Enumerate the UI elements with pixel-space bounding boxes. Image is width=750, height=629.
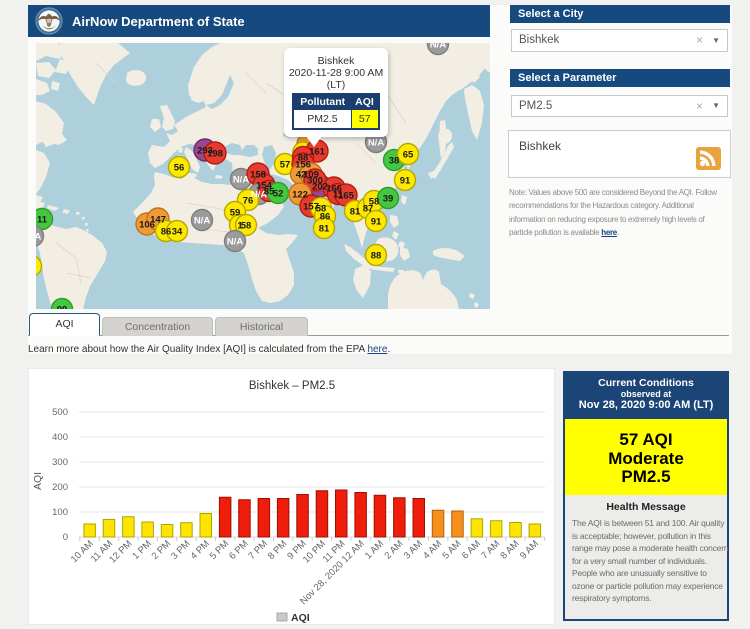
svg-text:N/A: N/A: [233, 175, 250, 186]
svg-text:5 PM: 5 PM: [208, 538, 232, 562]
svg-text:52: 52: [273, 189, 284, 200]
svg-text:11: 11: [37, 215, 48, 226]
svg-text:2 PM: 2 PM: [150, 538, 174, 562]
svg-text:100: 100: [52, 507, 68, 518]
svg-text:198: 198: [207, 149, 223, 160]
svg-text:39: 39: [383, 194, 394, 205]
svg-text:N/A: N/A: [227, 237, 244, 248]
svg-text:300: 300: [52, 457, 68, 468]
svg-text:AQI: AQI: [291, 612, 310, 624]
svg-text:7 AM: 7 AM: [479, 538, 502, 561]
svg-text:158: 158: [250, 170, 266, 181]
svg-text:81: 81: [350, 207, 361, 218]
svg-text:58: 58: [241, 221, 252, 232]
svg-text:165: 165: [338, 191, 355, 202]
svg-text:8 AM: 8 AM: [499, 538, 522, 561]
svg-text:4 AM: 4 AM: [421, 538, 444, 561]
svg-text:88: 88: [371, 251, 382, 262]
svg-text:2 AM: 2 AM: [382, 538, 405, 561]
svg-text:9 AM: 9 AM: [518, 538, 541, 561]
svg-text:0: 0: [63, 532, 68, 543]
svg-text:91: 91: [400, 176, 411, 187]
svg-text:86: 86: [161, 227, 172, 238]
svg-text:1 AM: 1 AM: [363, 538, 386, 561]
svg-text:5 AM: 5 AM: [440, 538, 463, 561]
svg-text:65: 65: [403, 150, 414, 161]
svg-text:34: 34: [172, 227, 183, 238]
svg-text:400: 400: [52, 432, 68, 443]
svg-text:6 PM: 6 PM: [227, 538, 251, 562]
svg-text:147: 147: [150, 215, 166, 226]
svg-text:N/A: N/A: [430, 43, 447, 51]
svg-text:200: 200: [52, 482, 68, 493]
svg-text:3 AM: 3 AM: [402, 538, 425, 561]
svg-text:58: 58: [369, 197, 380, 208]
svg-text:81: 81: [319, 224, 330, 235]
svg-text:500: 500: [52, 407, 68, 418]
svg-text:Bishkek – PM2.5: Bishkek – PM2.5: [249, 380, 335, 392]
svg-text:122: 122: [292, 190, 308, 201]
svg-text:300: 300: [307, 176, 323, 187]
svg-text:6 AM: 6 AM: [460, 538, 483, 561]
svg-text:AQI: AQI: [32, 472, 44, 490]
svg-text:99: 99: [57, 305, 68, 310]
svg-text:1 PM: 1 PM: [130, 538, 154, 562]
svg-text:8 PM: 8 PM: [266, 538, 290, 562]
svg-text:86: 86: [320, 212, 331, 223]
svg-text:N/A: N/A: [36, 232, 41, 243]
svg-text:38: 38: [389, 156, 400, 167]
svg-text:56: 56: [174, 163, 185, 174]
svg-text:N/A: N/A: [194, 216, 211, 227]
svg-text:76: 76: [243, 196, 254, 207]
svg-text:91: 91: [371, 217, 382, 228]
svg-text:N/A: N/A: [368, 138, 385, 149]
svg-text:3 PM: 3 PM: [169, 538, 193, 562]
svg-text:59: 59: [230, 208, 241, 219]
svg-text:161: 161: [309, 147, 326, 158]
svg-text:57: 57: [280, 160, 291, 171]
svg-text:4 PM: 4 PM: [188, 538, 212, 562]
svg-text:7 PM: 7 PM: [246, 538, 270, 562]
